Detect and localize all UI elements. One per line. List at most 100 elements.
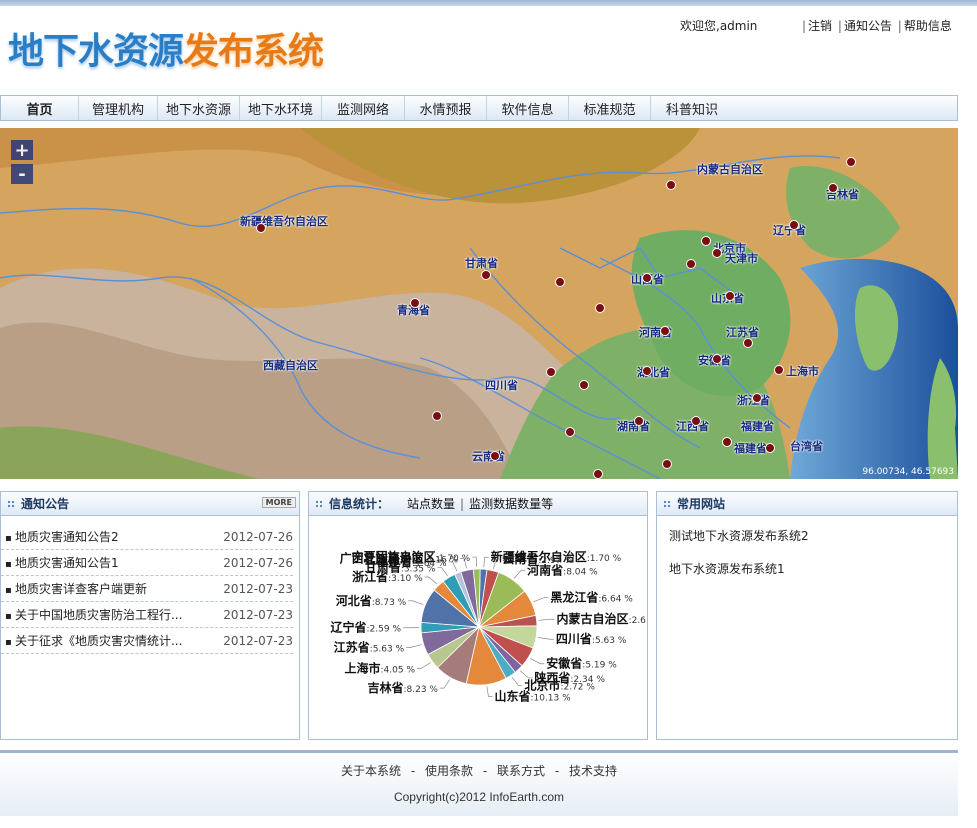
zoom-in-button[interactable]: + [11,140,33,161]
site-marker[interactable] [546,367,556,377]
footer-terms-link[interactable]: 使用条款 [425,764,473,778]
nav-home[interactable]: 首页 [1,96,79,120]
site-marker[interactable] [490,451,500,461]
map-label-xizang[interactable]: 西藏自治区 [263,357,318,373]
site-marker[interactable] [432,411,442,421]
stats-panel: 信息统计： 站点数量 | 监测数据数量等 新疆维吾尔自治区:1.70 % 云南省:… [308,491,648,740]
grid-icon [7,499,15,508]
site-marker[interactable] [765,443,775,453]
pie-label: 吉林省:8.23 % [367,680,438,695]
site-marker[interactable] [789,220,799,230]
top-links: | 注销 | 通知公告 | 帮助信息 [802,19,954,33]
map-label-tianjin[interactable]: 天津市 [725,250,758,266]
site-marker[interactable] [481,270,491,280]
footer-contact-link[interactable]: 联系方式 [497,764,545,778]
sites-panel: 常用网站 测试地下水资源发布系统2 地下水资源发布系统1 [656,491,958,740]
site-marker[interactable] [642,273,652,283]
map-label-xinjiang[interactable]: 新疆维吾尔自治区 [240,213,328,229]
site-marker[interactable] [666,180,676,190]
pie-chart: 新疆维吾尔自治区:1.70 %云南省:2.97 %河南省:8.04 %黑龙江省:… [331,549,647,703]
site-marker[interactable] [701,236,711,246]
pie-leader-line [483,556,489,568]
footer-about-link[interactable]: 关于本系统 [341,764,401,778]
copyright: Copyright(c)2012 InfoEarth.com [393,790,565,804]
help-link[interactable]: 帮助信息 [902,19,954,33]
site-marker[interactable] [752,393,762,403]
sites-panel-header: 常用网站 [657,492,957,516]
site-marker[interactable] [725,291,735,301]
notice-item[interactable]: 关于征求《地质灾害灾情统计...2012-07-23 [1,628,293,654]
site-marker[interactable] [579,380,589,390]
site-marker[interactable] [712,354,722,364]
site-marker[interactable] [828,183,838,193]
site-marker[interactable] [634,416,644,426]
site-marker[interactable] [593,469,603,479]
site-marker[interactable] [555,277,565,287]
site-link[interactable]: 测试地下水资源发布系统2 [657,521,957,550]
pie-leader-line [538,618,555,621]
map-label-neimenggu[interactable]: 内蒙古自治区 [697,161,763,177]
site-marker[interactable] [691,416,701,426]
site-link[interactable]: 地下水资源发布系统1 [657,550,957,583]
site-marker[interactable] [722,437,732,447]
grid-icon [663,499,671,508]
logo: 地下水资源发布系统 [8,31,324,72]
pie-leader-line [511,676,523,686]
nav-standards[interactable]: 标准规范 [569,96,651,120]
pie-leader-line [513,569,526,579]
map-label-fujian[interactable]: 福建省 [741,418,774,434]
nav-monitoring-network[interactable]: 监测网络 [322,96,405,120]
notice-item[interactable]: 地质灾害通知公告12012-07-26 [1,550,293,576]
site-marker[interactable] [660,326,670,336]
notice-item[interactable]: 关于中国地质灾害防治工程行...2012-07-23 [1,602,293,628]
notice-panel-title: 通知公告 [21,497,70,511]
site-marker[interactable] [712,248,722,258]
pie-leader-line [439,679,451,689]
tab-site-count[interactable]: 站点数量 [407,495,455,512]
stats-panel-header: 信息统计： 站点数量 | 监测数据数量等 [309,492,647,516]
map-label-yunnan[interactable]: 云南省 [472,448,505,464]
site-marker[interactable] [743,338,753,348]
site-marker[interactable] [774,365,784,375]
notice-item[interactable]: 地质灾害详查客户端更新2012-07-23 [1,576,293,602]
pie-leader-line [408,600,424,605]
map-label-fujian-2[interactable]: 福建省 [734,440,767,456]
nav-science[interactable]: 科普知识 [651,96,733,120]
nav-groundwater-environment[interactable]: 地下水环境 [240,96,322,120]
map-label-taiwan[interactable]: 台湾省 [790,438,823,454]
footer-separator: - [482,764,488,778]
map-label-shanghai[interactable]: 上海市 [786,363,819,379]
pie-label: 辽宁省:2.59 % [331,620,402,635]
nav-groundwater-resources[interactable]: 地下水资源 [158,96,240,120]
tab-data-count[interactable]: 监测数据数量等 [469,495,553,512]
footer: 关于本系统 - 使用条款 - 联系方式 - 技术支持 Copyright(c)2… [0,750,958,816]
notice-link[interactable]: 通知公告 [842,19,894,33]
map-label-jiangsu[interactable]: 江苏省 [726,324,759,340]
site-marker[interactable] [565,427,575,437]
notice-item[interactable]: 地质灾害通知公告22012-07-26 [1,524,293,550]
nav-management[interactable]: 管理机构 [79,96,158,120]
notice-panel: 通知公告 MORE 地质灾害通知公告22012-07-26 地质灾害通知公告12… [0,491,300,740]
map-label-gansu[interactable]: 甘肃省 [465,255,498,271]
zoom-out-button[interactable]: - [11,164,33,185]
nav-water-forecast[interactable]: 水情预报 [405,96,487,120]
site-marker[interactable] [595,303,605,313]
pie-label: 宁夏回族自治区:1.70 % [352,549,471,564]
map-label-sichuan[interactable]: 四川省 [485,377,518,393]
nav-software-info[interactable]: 软件信息 [487,96,569,120]
map-view[interactable]: + - 内蒙古自治区 吉林省 新疆维吾尔自治区 辽宁省 北京市 天津市 甘肃省 … [0,128,958,479]
footer-support-link[interactable]: 技术支持 [569,764,617,778]
more-button[interactable]: MORE [261,497,296,508]
logout-link[interactable]: 注销 [806,19,834,33]
site-marker[interactable] [662,459,672,469]
site-marker[interactable] [410,298,420,308]
footer-separator: - [554,764,560,778]
pie-label: 安徽省:5.19 % [546,656,617,671]
site-marker[interactable] [642,366,652,376]
site-marker[interactable] [686,259,696,269]
site-marker[interactable] [846,157,856,167]
top-border [0,0,977,6]
sites-panel-title: 常用网站 [677,497,726,511]
site-marker[interactable] [256,223,266,233]
pie-leader-line [529,658,545,665]
